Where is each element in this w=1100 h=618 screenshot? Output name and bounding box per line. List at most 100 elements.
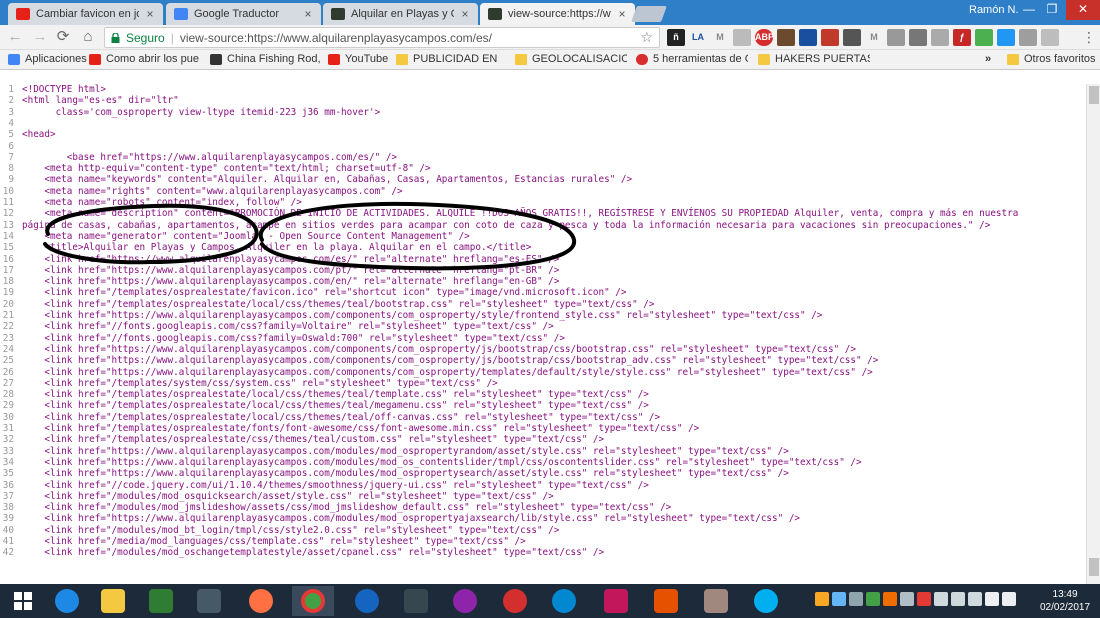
extension-icon[interactable]: [997, 29, 1015, 46]
extension-icon[interactable]: M: [865, 29, 883, 46]
source-line: 10 <meta name="rights" content="www.alqu…: [0, 186, 1086, 197]
taskbar-app[interactable]: [188, 586, 230, 616]
menu-icon[interactable]: ⋮: [1082, 28, 1096, 46]
vertical-scrollbar[interactable]: [1086, 84, 1100, 584]
flash-icon[interactable]: ƒ: [953, 29, 971, 46]
line-number: 22: [2, 321, 14, 333]
source-line: 2 <html lang="es-es" dir="ltr": [0, 95, 1086, 106]
tray-icon[interactable]: [815, 592, 829, 606]
adblock-icon[interactable]: ABP: [755, 29, 774, 46]
source-line: 39 <link href="https://www.alquilarenpla…: [0, 513, 1086, 524]
bookmark-folder[interactable]: HAKERS PUERTAS TRA: [758, 53, 870, 65]
extension-icon[interactable]: [887, 29, 905, 46]
tab-alquilar[interactable]: Alquilar en Playas y Camp ×: [323, 3, 478, 25]
gmail-icon[interactable]: M: [711, 29, 729, 46]
source-code-text: <link href="https://www.alquilarenplayas…: [22, 366, 873, 378]
new-tab-button[interactable]: [631, 6, 667, 22]
clock-time: 13:49: [1052, 589, 1078, 600]
line-number: 29: [2, 400, 14, 412]
tray-icon[interactable]: [866, 592, 880, 606]
close-window-button[interactable]: ✕: [1066, 0, 1100, 20]
forward-button[interactable]: →: [31, 28, 49, 46]
close-icon[interactable]: ×: [615, 7, 629, 21]
network-icon[interactable]: [1002, 592, 1016, 606]
close-icon[interactable]: ×: [301, 7, 315, 21]
bookmark-other-favorites[interactable]: Otros favoritos: [1007, 53, 1099, 65]
tray-icon[interactable]: [951, 592, 965, 606]
extension-icon[interactable]: [975, 29, 993, 46]
bookmark-folder[interactable]: PUBLICIDAD EN INTER: [396, 53, 501, 65]
taskbar-clock[interactable]: 13:49 02/02/2017: [1040, 588, 1090, 614]
tab-google-traductor[interactable]: Google Traductor ×: [166, 3, 321, 25]
source-line: 12 <meta name="description" content="PRO…: [0, 208, 1086, 219]
url-text[interactable]: view-source:https://www.alquilarenplayas…: [180, 31, 492, 45]
tab-cambiar-favicon[interactable]: Cambiar favicon en joom ×: [8, 3, 163, 25]
taskbar-file-explorer[interactable]: [92, 586, 134, 616]
google-earth-icon: [355, 589, 379, 613]
extension-icon[interactable]: [777, 29, 795, 46]
extension-icon[interactable]: [821, 29, 839, 46]
taskbar-app[interactable]: [543, 586, 585, 616]
extension-icon[interactable]: LA: [689, 29, 707, 46]
taskbar-skype[interactable]: [745, 586, 787, 616]
maximize-button[interactable]: ❐: [1035, 0, 1069, 20]
bookmark-apps[interactable]: Aplicaciones: [8, 53, 88, 65]
taskbar-opera[interactable]: [494, 586, 536, 616]
tray-icon[interactable]: [849, 592, 863, 606]
scroll-down-arrow[interactable]: [1089, 558, 1099, 576]
extension-icon[interactable]: ñ: [667, 29, 685, 46]
extension-icon[interactable]: [1041, 29, 1059, 46]
bookmark-item[interactable]: Como abrir los puerto: [89, 53, 199, 65]
extension-icon[interactable]: [1019, 29, 1037, 46]
tray-icon[interactable]: [883, 592, 897, 606]
source-line: 37 <link href="/modules/mod_osquicksearc…: [0, 491, 1086, 502]
source-line: 3 class='com_osproperty view-ltype itemi…: [0, 107, 1086, 118]
source-code-text: <link href="https://www.alquilarenplayas…: [22, 343, 856, 355]
taskbar-internet-explorer[interactable]: [46, 586, 88, 616]
close-icon[interactable]: ×: [458, 7, 472, 21]
source-line: 23 <link href="//fonts.googleapis.com/cs…: [0, 333, 1086, 344]
windows-start-button[interactable]: [2, 586, 44, 616]
extension-icon[interactable]: [733, 29, 751, 46]
close-icon[interactable]: ×: [143, 7, 157, 21]
volume-icon[interactable]: [985, 592, 999, 606]
bookmark-item[interactable]: 5 herramientas de Go: [636, 53, 748, 65]
tab-strip: Cambiar favicon en joom × Google Traduct…: [0, 0, 1100, 25]
tray-icon[interactable]: [900, 592, 914, 606]
extension-icon[interactable]: [799, 29, 817, 46]
bookmark-label: GEOLOCALISACION D: [532, 53, 627, 65]
tray-icon[interactable]: [832, 592, 846, 606]
taskbar-chrome[interactable]: [292, 586, 334, 616]
taskbar-app[interactable]: [395, 586, 437, 616]
bookmark-item[interactable]: YouTube: [328, 53, 398, 65]
taskbar-app[interactable]: [645, 586, 687, 616]
taskbar-store[interactable]: [140, 586, 182, 616]
taskbar-app[interactable]: [595, 586, 637, 616]
line-number: 32: [2, 434, 14, 446]
tray-icon[interactable]: [934, 592, 948, 606]
taskbar-app[interactable]: [695, 586, 737, 616]
line-number: 17: [2, 264, 14, 276]
folder-icon: [758, 53, 770, 65]
bookmark-star-icon[interactable]: ☆: [640, 29, 653, 46]
extension-icon[interactable]: [843, 29, 861, 46]
lock-icon: [111, 32, 120, 43]
home-button[interactable]: ⌂: [79, 28, 97, 46]
taskbar-picasa[interactable]: [444, 586, 486, 616]
tray-icon[interactable]: [968, 592, 982, 606]
bookmark-folder[interactable]: GEOLOCALISACION D: [515, 53, 627, 65]
back-button[interactable]: ←: [6, 28, 24, 46]
reload-button[interactable]: ⟳: [54, 28, 72, 46]
bookmarks-overflow-button[interactable]: »: [985, 53, 991, 65]
address-bar[interactable]: Seguro | view-source:https://www.alquila…: [104, 27, 660, 48]
bookmark-item[interactable]: China Fishing Rod, Fis: [210, 53, 320, 65]
tab-view-source[interactable]: view-source:https://www ×: [480, 3, 635, 25]
scroll-up-arrow[interactable]: [1089, 86, 1099, 104]
extension-icon[interactable]: [931, 29, 949, 46]
tray-icon[interactable]: [917, 592, 931, 606]
taskbar-google-earth[interactable]: [346, 586, 388, 616]
extension-icon[interactable]: [909, 29, 927, 46]
source-code-text: <link href="/templates/system/css/system…: [22, 377, 498, 389]
taskbar-firefox[interactable]: [240, 586, 282, 616]
source-code-text: <link href="https://www.alquilarenplayas…: [22, 513, 801, 525]
